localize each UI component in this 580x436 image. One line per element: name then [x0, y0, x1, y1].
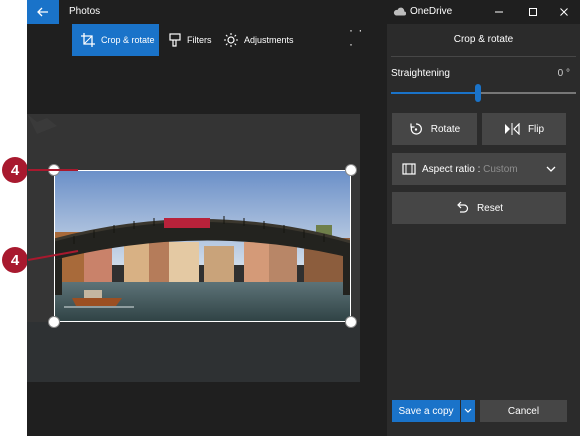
tab-filters[interactable]: Filters — [167, 24, 212, 56]
edit-toolbar: Crop & rotate Filters Adjustments — [27, 24, 387, 56]
straightening-value: 0 ° — [557, 68, 570, 79]
reset-label: Reset — [476, 202, 504, 214]
aspect-ratio-icon — [402, 163, 416, 175]
step-callout-top: 4 — [2, 157, 28, 183]
onedrive-label[interactable]: OneDrive — [410, 6, 452, 17]
save-options-button[interactable] — [461, 400, 475, 422]
brightness-icon — [224, 33, 238, 47]
crop-frame[interactable] — [54, 170, 351, 322]
undo-icon — [457, 201, 469, 213]
title-bar: Photos OneDrive — [27, 0, 580, 24]
tab-adjustments[interactable]: Adjustments — [224, 24, 294, 56]
photos-window: Photos OneDrive Crop & rotate Filters Ad… — [27, 0, 580, 436]
back-arrow-icon — [37, 7, 48, 17]
flip-button[interactable]: Flip — [482, 113, 566, 145]
flip-label: Flip — [527, 123, 545, 135]
minimize-icon — [495, 11, 503, 13]
crop-rotate-panel: Crop & rotate Straightening 0 ° Rotate F… — [387, 24, 580, 436]
aspect-ratio-label: Aspect ratio : Custom — [422, 164, 518, 175]
straightening-label: Straightening — [391, 68, 450, 79]
aspect-ratio-value: Custom — [483, 164, 518, 175]
crop-icon — [81, 33, 95, 47]
tab-crop-rotate[interactable]: Crop & rotate — [72, 24, 159, 56]
chevron-down-icon — [464, 408, 472, 413]
back-button[interactable] — [27, 0, 59, 24]
close-button[interactable] — [547, 0, 580, 24]
straightening-slider[interactable] — [391, 92, 576, 94]
aspect-ratio-label-text: Aspect ratio : — [422, 164, 484, 175]
rotate-icon — [410, 123, 422, 135]
straightening-slider-thumb[interactable] — [474, 84, 481, 102]
tab-crop-rotate-label: Crop & rotate — [101, 35, 155, 45]
filters-icon — [169, 33, 181, 47]
close-icon — [560, 8, 568, 16]
maximize-icon — [529, 8, 537, 16]
crop-handle-top-right[interactable] — [345, 164, 357, 176]
chevron-down-icon — [546, 166, 556, 172]
maximize-button[interactable] — [516, 0, 550, 24]
tab-filters-label: Filters — [187, 35, 212, 45]
panel-divider — [391, 56, 576, 57]
photo-canvas — [27, 114, 360, 382]
crop-handle-bottom-right[interactable] — [345, 316, 357, 328]
rotate-label: Rotate — [430, 123, 461, 135]
step-callout-bottom: 4 — [2, 247, 28, 273]
more-options-button[interactable]: · · · — [349, 23, 369, 51]
straightening-slider-fill — [391, 92, 478, 94]
app-title: Photos — [69, 6, 101, 17]
rotate-button[interactable]: Rotate — [392, 113, 477, 145]
crop-handle-top-left[interactable] — [48, 164, 60, 176]
crop-handle-bottom-left[interactable] — [48, 316, 60, 328]
minimize-button[interactable] — [482, 0, 516, 24]
cancel-button[interactable]: Cancel — [480, 400, 567, 422]
flip-icon — [504, 123, 520, 135]
panel-title: Crop & rotate — [453, 34, 514, 45]
tab-adjustments-label: Adjustments — [244, 35, 294, 45]
save-copy-button[interactable]: Save a copy — [392, 400, 460, 422]
onedrive-cloud-icon[interactable] — [393, 7, 406, 16]
aspect-ratio-dropdown[interactable]: Aspect ratio : Custom — [392, 153, 566, 185]
reset-button[interactable]: Reset — [392, 192, 566, 224]
